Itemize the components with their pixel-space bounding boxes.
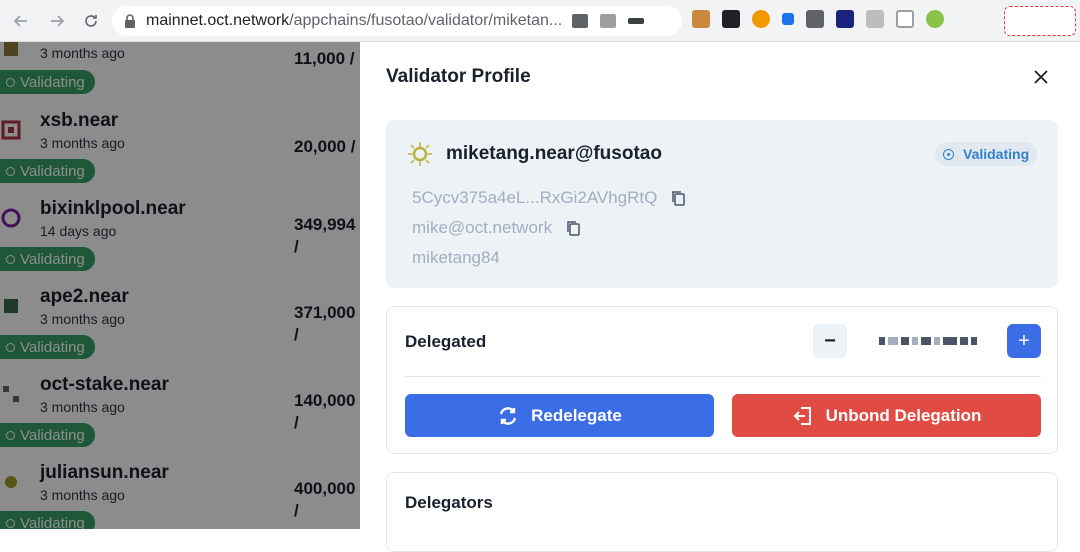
validator-handle: miketang84 — [412, 248, 500, 267]
address-row: 5Cycv375a4eL...RxGi2AVhgRtQ — [412, 188, 686, 208]
delegated-card: Delegated − + Redelegate Unbond Delegati… — [386, 306, 1058, 454]
extension-icon[interactable] — [692, 10, 710, 28]
validator-profile-drawer: Validator Profile miketang.near@fusotao … — [360, 42, 1080, 552]
address-bar[interactable]: mainnet.oct.network/appchains/fusotao/va… — [112, 6, 682, 36]
redelegate-button[interactable]: Redelegate — [405, 394, 714, 437]
browser-toolbar: mainnet.oct.network/appchains/fusotao/va… — [0, 0, 1080, 42]
extension-icon[interactable] — [752, 10, 770, 28]
profile-card: miketang.near@fusotao Validating 5Cycv37… — [386, 120, 1058, 288]
extension-icon[interactable] — [782, 13, 794, 25]
validator-email: mike@oct.network — [412, 218, 553, 237]
status-badge: Validating — [935, 142, 1038, 166]
unbond-delegation-button[interactable]: Unbond Delegation — [732, 394, 1041, 437]
extension-icon[interactable] — [866, 10, 884, 28]
decrease-button[interactable]: − — [813, 324, 847, 358]
extension-icon[interactable] — [722, 10, 740, 28]
url-host: mainnet.oct.network — [146, 12, 290, 29]
validator-name: miketang.near@fusotao — [446, 143, 662, 164]
drawer-title: Validator Profile — [386, 66, 531, 87]
divider — [405, 376, 1041, 377]
email-row: mike@oct.network — [412, 218, 580, 238]
extension-icon[interactable] — [806, 10, 824, 28]
handle-row: miketang84 — [412, 248, 500, 268]
modal-overlay[interactable] — [0, 42, 360, 529]
url-path: /appchains/fusotao/validator/miketan... — [289, 12, 563, 29]
forward-arrow-icon[interactable] — [42, 6, 72, 36]
validator-avatar-icon — [408, 142, 432, 166]
extension-icon[interactable] — [926, 10, 944, 28]
refresh-icon — [499, 406, 517, 425]
reload-icon[interactable] — [76, 6, 106, 36]
validator-address: 5Cycv375a4eL...RxGi2AVhgRtQ — [412, 188, 658, 207]
delegated-label: Delegated — [405, 332, 487, 351]
close-icon — [1034, 70, 1048, 84]
extension-icon[interactable] — [836, 10, 854, 28]
copy-icon[interactable] — [671, 190, 686, 206]
extension-icon[interactable] — [896, 10, 914, 28]
delegators-card: Delegators — [386, 472, 1058, 552]
lock-icon — [125, 14, 135, 28]
delegators-label: Delegators — [405, 493, 493, 512]
increase-button[interactable]: + — [1007, 324, 1041, 358]
extension-icons — [692, 10, 944, 28]
pixelated-extension-icons — [572, 14, 645, 28]
back-arrow-icon[interactable] — [6, 6, 36, 36]
delegated-amount-obscured — [863, 324, 993, 358]
sign-out-icon — [793, 406, 811, 425]
status-ring-icon — [943, 148, 954, 160]
copy-icon[interactable] — [566, 220, 580, 236]
close-button[interactable] — [1028, 64, 1054, 90]
profile-button[interactable] — [1004, 6, 1076, 36]
